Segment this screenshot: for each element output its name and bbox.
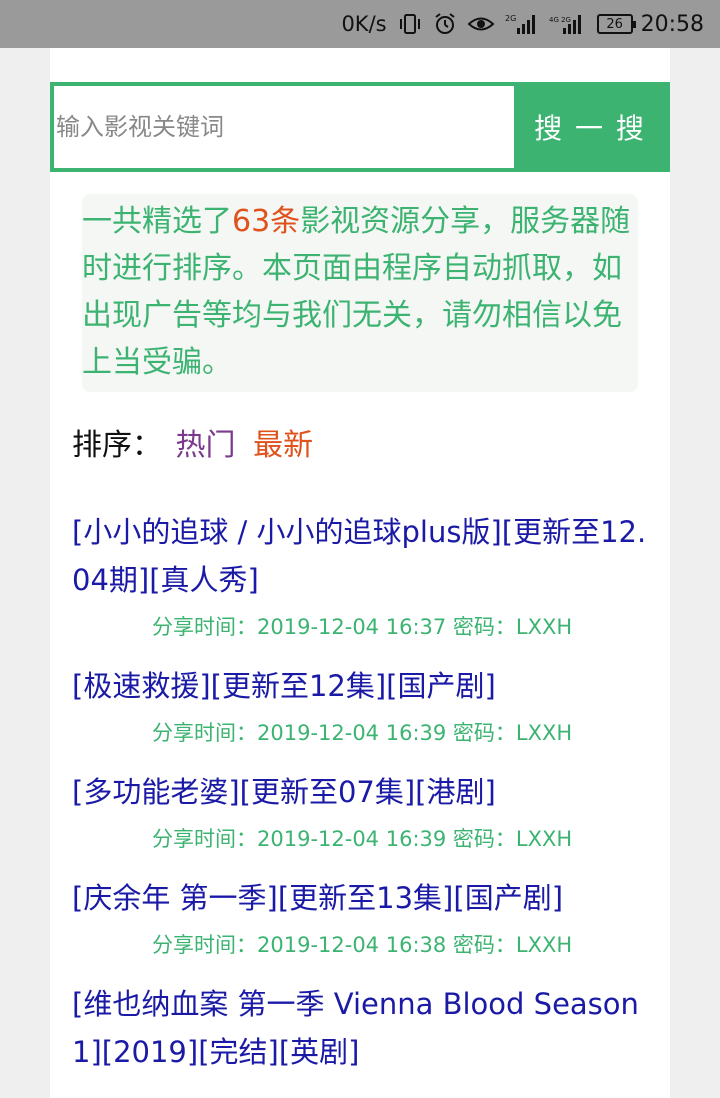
sort-newest-link[interactable]: 最新: [253, 428, 313, 463]
sort-label: 排序：: [72, 428, 162, 463]
clock: 20:58: [640, 11, 704, 37]
sort-bar: 排序： 热门 最新: [72, 420, 313, 464]
resource-list: [小小的追球 / 小小的追球plus版][更新至12.04期][真人秀] 分享时…: [72, 508, 652, 1092]
page-container: 搜 一 搜 一共精选了63条影视资源分享，服务器随时进行排序。本页面由程序自动抓…: [50, 48, 670, 1098]
notice-count: 63条: [232, 204, 301, 239]
item-title-link[interactable]: [多功能老婆][更新至07集][港剧]: [72, 768, 652, 816]
battery-icon: 26: [596, 14, 636, 34]
signal-1-label: 2G: [505, 14, 516, 23]
item-title-link[interactable]: [小小的追球 / 小小的追球plus版][更新至12.04期][真人秀]: [72, 508, 652, 604]
search-button[interactable]: 搜 一 搜: [514, 86, 666, 168]
sort-hot-link[interactable]: 热门: [176, 428, 236, 463]
alarm-icon: [433, 12, 457, 36]
item-meta: 分享时间：2019-12-04 16:39 密码：LXXH: [152, 827, 573, 851]
list-item: [小小的追球 / 小小的追球plus版][更新至12.04期][真人秀] 分享时…: [72, 508, 652, 646]
item-title-link[interactable]: [庆余年 第一季][更新至13集][国产剧]: [72, 874, 652, 922]
item-meta: 分享时间：2019-12-04 16:39 密码：LXXH: [152, 721, 573, 745]
item-title-link[interactable]: [极速救援][更新至12集][国产剧]: [72, 662, 652, 710]
list-item: [庆余年 第一季][更新至13集][国产剧] 分享时间：2019-12-04 1…: [72, 874, 652, 964]
list-item: [多功能老婆][更新至07集][港剧] 分享时间：2019-12-04 16:3…: [72, 768, 652, 858]
net-speed: 0K/s: [341, 12, 387, 36]
item-meta: 分享时间：2019-12-04 16:38 密码：LXXH: [152, 933, 573, 957]
status-bar: 0K/s 2G 4G 2G 26 20:58: [0, 0, 720, 48]
signal-icon: 2G: [505, 12, 539, 36]
item-meta: 分享时间：2019-12-04 16:37 密码：LXXH: [152, 615, 573, 639]
search-input[interactable]: [54, 86, 514, 168]
battery-level: 26: [596, 14, 636, 34]
eye-icon: [467, 12, 495, 36]
item-title-link[interactable]: [维也纳血案 第一季 Vienna Blood Season 1][2019][…: [72, 980, 652, 1076]
signal-2-label: 4G 2G: [549, 16, 571, 24]
notice-prefix: 一共精选了: [82, 204, 232, 239]
notice-box: 一共精选了63条影视资源分享，服务器随时进行排序。本页面由程序自动抓取，如出现广…: [82, 194, 638, 392]
vibrate-icon: [397, 12, 423, 36]
list-item: [极速救援][更新至12集][国产剧] 分享时间：2019-12-04 16:3…: [72, 662, 652, 752]
signal-2-icon: 4G 2G: [549, 12, 587, 36]
search-bar: 搜 一 搜: [50, 82, 670, 172]
list-item: [维也纳血案 第一季 Vienna Blood Season 1][2019][…: [72, 980, 652, 1076]
